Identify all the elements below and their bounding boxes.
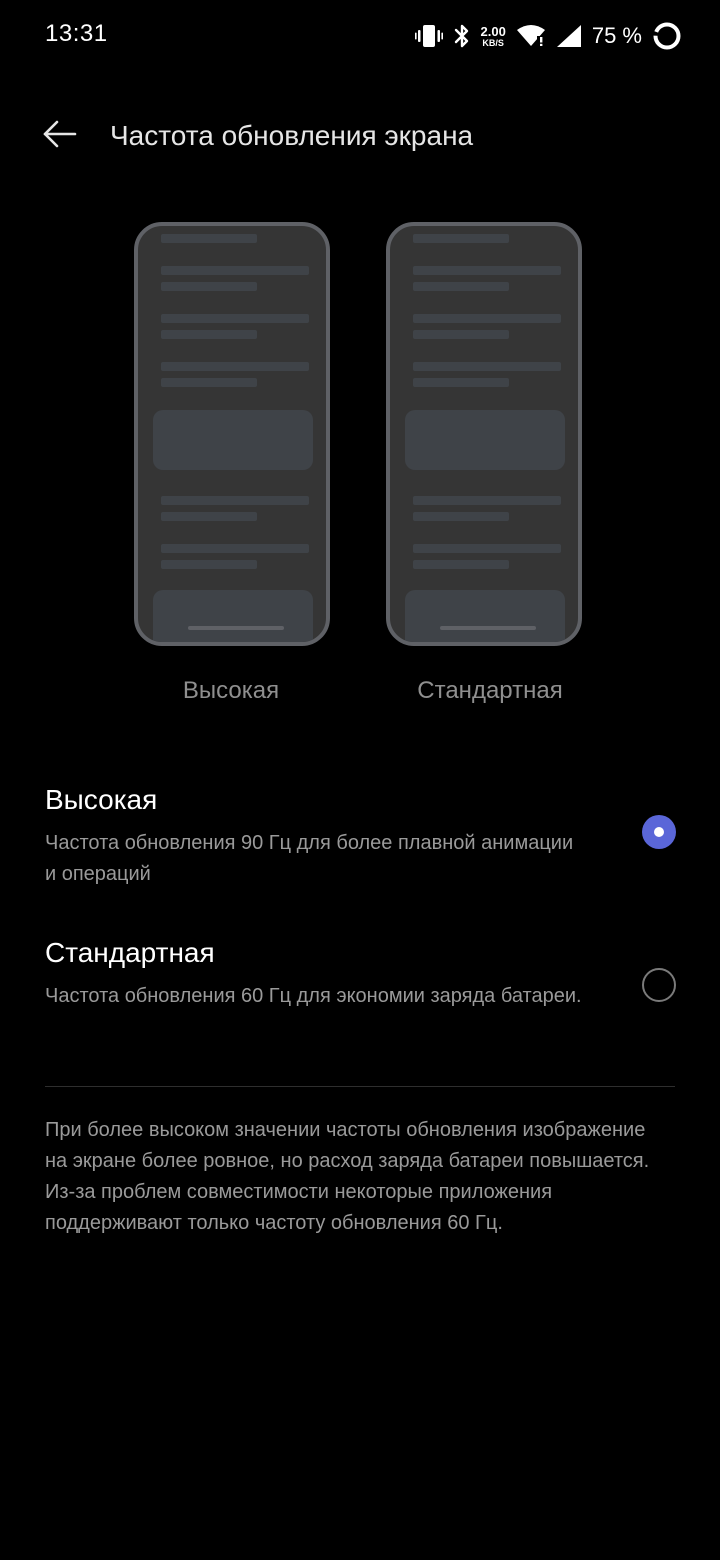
cell-signal-icon [556, 24, 582, 48]
preview-line [161, 512, 257, 521]
preview-line [161, 544, 309, 553]
wifi-icon [516, 24, 546, 48]
battery-percent: 75 % [591, 23, 642, 48]
preview-card [153, 410, 313, 470]
preview-line [413, 234, 509, 243]
preview-line [161, 314, 309, 323]
preview-line [413, 362, 561, 371]
status-icons: 2.00 KB/S 75 % [414, 16, 682, 56]
preview-line [413, 378, 509, 387]
option-title: Высокая [45, 784, 158, 815]
preview-line [413, 282, 509, 291]
page-title: Частота обновления экрана [110, 120, 474, 151]
radio-standard-unselected[interactable] [642, 968, 676, 1002]
preview-line [413, 330, 509, 339]
radio-high-selected[interactable] [642, 815, 676, 849]
footnote: При более высоком значении частоты обнов… [45, 1119, 650, 1234]
option-standard[interactable]: Стандартная Частота обновления 60 Гц для… [0, 935, 720, 1055]
preview-line [413, 560, 509, 569]
back-button[interactable] [36, 114, 84, 158]
arrow-left-icon [42, 120, 78, 153]
option-description: Частота обновления 60 Гц для экономии за… [45, 985, 582, 1007]
option-description: Частота обновления 90 Гц для более плавн… [45, 832, 574, 885]
preview-card [405, 590, 565, 642]
preview-line [413, 314, 561, 323]
option-title: Стандартная [45, 937, 215, 968]
header: Частота обновления экрана [0, 100, 720, 172]
preview-line [161, 234, 257, 243]
preview-line [161, 282, 257, 291]
option-high[interactable]: Высокая Частота обновления 90 Гц для бол… [0, 782, 720, 902]
preview-home-indicator [440, 626, 536, 630]
preview-line [161, 362, 309, 371]
preview-line [413, 496, 561, 505]
preview-line [161, 330, 257, 339]
preview-line [413, 544, 561, 553]
divider [45, 1086, 675, 1087]
preview-line [413, 512, 509, 521]
refresh-rate-previews: Высокая Стандартная [0, 220, 720, 720]
preview-home-indicator [188, 626, 284, 630]
preview-card [405, 410, 565, 470]
preview-label-standard: Стандартная [417, 677, 563, 704]
phone-preview-high[interactable] [134, 222, 330, 646]
preview-line [413, 266, 561, 275]
battery-ring-icon [652, 21, 682, 51]
preview-label-high: Высокая [182, 677, 280, 704]
preview-line [161, 560, 257, 569]
status-time: 13:31 [45, 20, 108, 47]
preview-line [161, 378, 257, 387]
bluetooth-icon [453, 23, 471, 49]
preview-line [161, 266, 309, 275]
phone-preview-standard[interactable] [386, 222, 582, 646]
vibrate-icon [414, 23, 443, 49]
network-speed-unit: KB/S [482, 37, 504, 48]
network-speed: 2.00 KB/S [481, 25, 506, 48]
preview-line [161, 496, 309, 505]
status-bar: 13:31 2.00 KB/S 75 % [0, 0, 720, 70]
network-speed-value: 2.00 [480, 23, 506, 39]
preview-card [153, 590, 313, 642]
